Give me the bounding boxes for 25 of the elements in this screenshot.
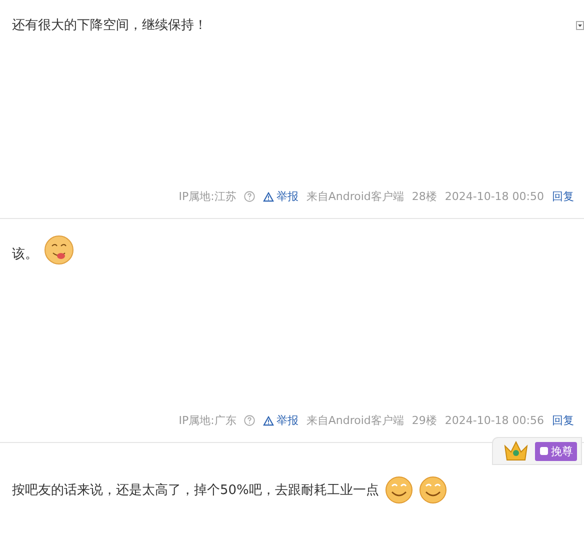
crown-icon — [503, 440, 529, 462]
warning-icon — [263, 416, 274, 426]
smiley-emoji-icon — [418, 476, 447, 504]
report-link[interactable]: 举报 — [263, 189, 298, 204]
badge-label: 挽尊 — [535, 442, 577, 460]
post-text: 还有很大的下降空间，继续保持！ — [12, 17, 207, 35]
floor-number: 29楼 — [412, 413, 437, 428]
smiley-emoji-icon — [384, 476, 413, 504]
dropdown-caret-icon[interactable] — [576, 21, 584, 30]
post-text: 按吧友的话来说，还是太高了，掉个50%吧，去跟耐耗工业一点 — [12, 482, 379, 500]
ip-location: IP属地:江苏 — [178, 189, 236, 204]
help-icon — [244, 191, 256, 202]
client-source: 来自Android客户端 — [306, 413, 404, 428]
reply-link[interactable]: 回复 — [552, 413, 574, 428]
client-source: 来自Android客户端 — [306, 189, 404, 204]
post-time: 2024-10-18 00:50 — [444, 190, 544, 203]
report-link[interactable]: 举报 — [263, 413, 298, 428]
post-text: 该。 — [12, 246, 38, 264]
warning-icon — [263, 192, 274, 202]
ip-location: IP属地:广东 — [178, 413, 236, 428]
tongue-out-emoji-icon — [44, 235, 74, 265]
post-time: 2024-10-18 00:56 — [444, 414, 544, 427]
floor-number: 28楼 — [412, 189, 437, 204]
reply-link[interactable]: 回复 — [552, 189, 574, 204]
help-icon — [244, 415, 256, 426]
